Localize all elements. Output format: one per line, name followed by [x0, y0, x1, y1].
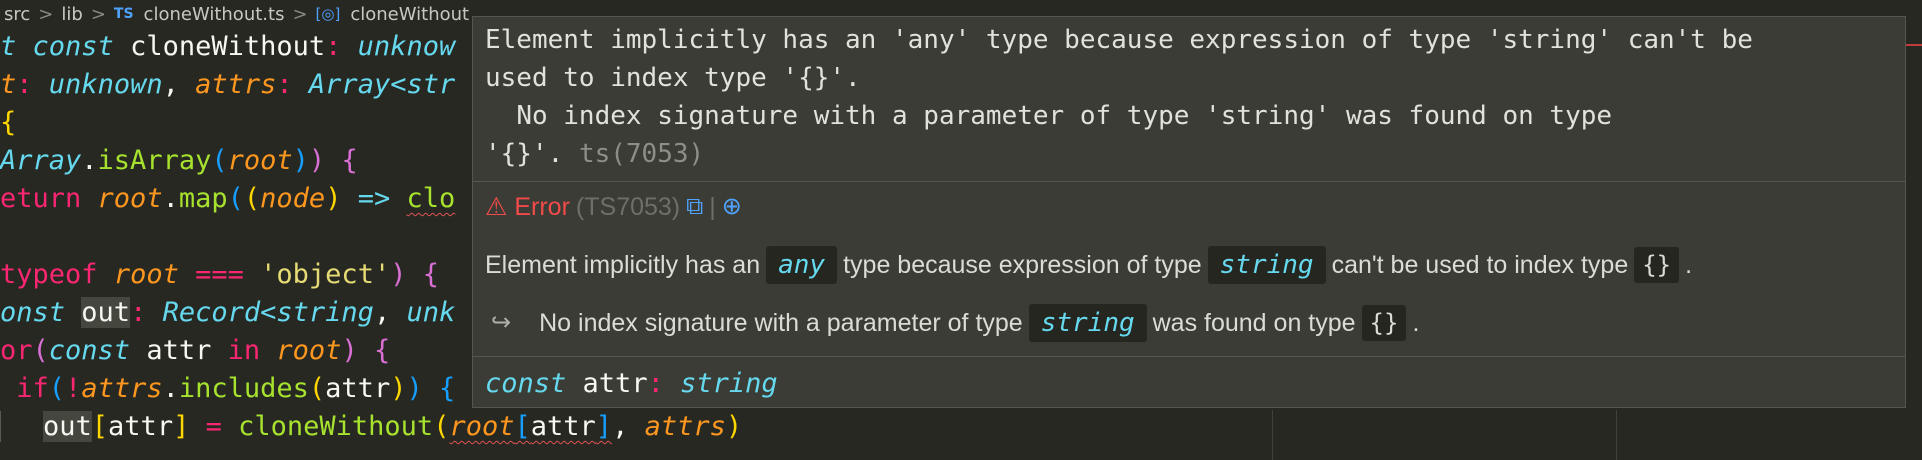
hover-popup[interactable]: Element implicitly has an 'any' type bec… — [472, 16, 1906, 408]
separator: | — [709, 193, 716, 221]
error-subline: ↪ No index signature with a parameter of… — [485, 294, 1893, 352]
editor-ruler — [1272, 410, 1273, 460]
error-line: Element implicitly has an any type becau… — [485, 236, 1893, 294]
breadcrumb-file[interactable]: cloneWithout.ts — [144, 4, 285, 25]
hover-code-ref: ts(7053) — [578, 139, 705, 169]
typescript-file-icon: TS — [113, 6, 134, 22]
symbol-declaration: const attr: string — [485, 368, 778, 399]
chevron-right-icon: > — [38, 3, 54, 25]
error-label: ⚠ Error — [485, 193, 570, 221]
globe-icon[interactable]: ⊕ — [722, 188, 742, 226]
error-details: Element implicitly has an any type becau… — [473, 232, 1905, 356]
chevron-right-icon: > — [292, 3, 308, 25]
type-chip: string — [1028, 304, 1147, 342]
editor-ruler — [1616, 410, 1617, 460]
breadcrumb-lib[interactable]: lib — [61, 4, 82, 25]
breadcrumb: src > lib > TS cloneWithout.ts > [◎] clo… — [0, 0, 484, 28]
code-line: out[attr] = cloneWithout(root[attr], att… — [0, 408, 1922, 446]
breadcrumb-src[interactable]: src — [4, 4, 30, 25]
highlighted-symbol: out — [43, 411, 92, 442]
variable-symbol-icon: [◎] — [315, 5, 341, 23]
type-chip: {} — [1634, 247, 1680, 283]
error-code: (TS7053) — [575, 193, 681, 221]
type-chip: string — [1207, 246, 1326, 284]
highlighted-symbol: out — [81, 297, 131, 328]
type-chip: {} — [1361, 305, 1407, 341]
chevron-right-icon: > — [90, 3, 106, 25]
return-arrow-icon: ↪ — [491, 309, 512, 336]
error-header: ⚠ Error (TS7053) ⧉ | ⊕ — [473, 182, 1905, 232]
external-link-icon[interactable]: ⧉ — [686, 188, 703, 226]
hover-message: Element implicitly has an 'any' type bec… — [485, 25, 1753, 169]
breadcrumb-symbol[interactable]: cloneWithout — [350, 4, 469, 25]
type-chip: any — [766, 246, 838, 284]
